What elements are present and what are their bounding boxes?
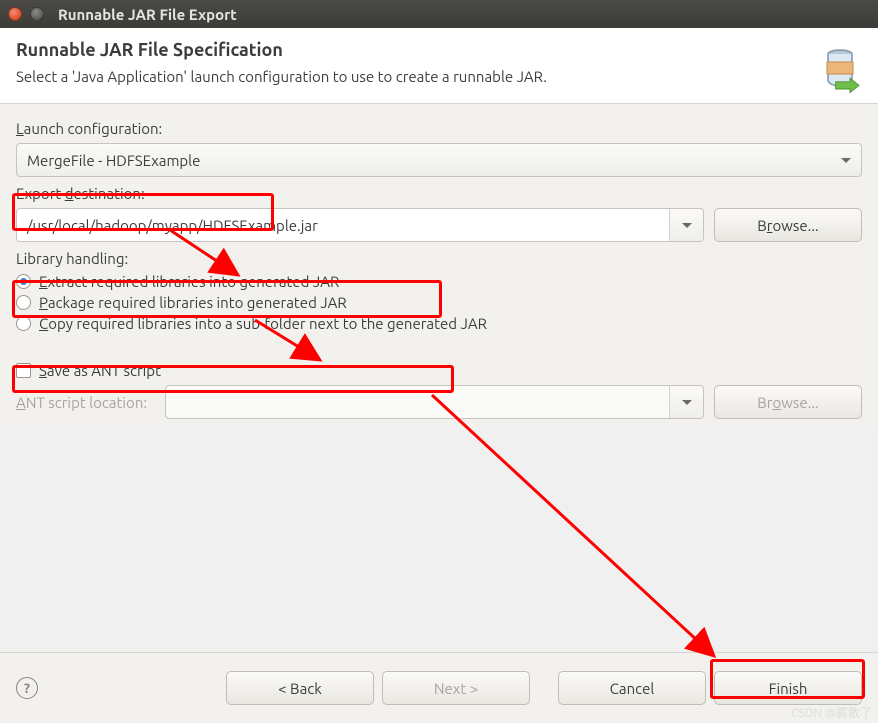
finish-button[interactable]: Finish (714, 671, 862, 705)
jar-export-icon (818, 44, 866, 100)
radio-extract-libraries[interactable]: Extract required libraries into generate… (16, 273, 862, 290)
library-handling-label: Library handling: (16, 250, 862, 267)
radio-icon (16, 316, 31, 331)
help-icon[interactable]: ? (16, 677, 38, 699)
launch-config-combo[interactable]: MergeFile - HDFSExample (16, 143, 862, 177)
save-ant-checkbox[interactable]: Save as ANT script (16, 362, 862, 379)
checkbox-icon (16, 363, 31, 378)
page-title: Runnable JAR File Specification (16, 40, 862, 60)
watermark: CSDN @雾散了 (791, 704, 872, 721)
radio-extract-label: Extract required libraries into generate… (39, 273, 339, 290)
chevron-down-icon (682, 400, 692, 405)
cancel-button[interactable]: Cancel (558, 671, 706, 705)
close-window-button[interactable] (8, 7, 22, 21)
radio-package-libraries[interactable]: Package required libraries into generate… (16, 294, 862, 311)
chevron-down-icon (682, 223, 692, 228)
next-button: Next > (382, 671, 530, 705)
ant-location-value (166, 386, 669, 418)
export-destination-label: Export destination: (16, 185, 862, 202)
back-button[interactable]: < Back (226, 671, 374, 705)
dialog-header: Runnable JAR File Specification Select a… (0, 28, 878, 104)
window-title: Runnable JAR File Export (58, 6, 237, 23)
radio-package-label: Package required libraries into generate… (39, 294, 347, 311)
export-destination-field[interactable]: /usr/local/hadoop/myapp/HDFSExample.jar (16, 208, 704, 242)
page-subtitle: Select a 'Java Application' launch confi… (16, 68, 862, 85)
ant-history-dropdown (669, 386, 703, 418)
ant-location-label: ANT script location: (16, 394, 147, 411)
radio-copy-label: Copy required libraries into a sub-folde… (39, 315, 487, 332)
launch-config-value: MergeFile - HDFSExample (27, 152, 200, 169)
save-ant-label: Save as ANT script (39, 362, 161, 379)
minimize-window-button[interactable] (30, 7, 44, 21)
browse-ant-button: Browse... (714, 385, 862, 419)
export-destination-value: /usr/local/hadoop/myapp/HDFSExample.jar (17, 209, 669, 241)
window-titlebar: Runnable JAR File Export (0, 0, 878, 28)
launch-config-label: Launch configuration: (16, 120, 862, 137)
dialog-body: Launch configuration: MergeFile - HDFSEx… (0, 104, 878, 427)
browse-destination-button[interactable]: Browse... (714, 208, 862, 242)
destination-history-dropdown[interactable] (669, 209, 703, 241)
radio-icon (16, 274, 31, 289)
radio-icon (16, 295, 31, 310)
chevron-down-icon (841, 158, 851, 163)
radio-copy-libraries[interactable]: Copy required libraries into a sub-folde… (16, 315, 862, 332)
ant-location-field (165, 385, 704, 419)
dialog-footer: ? < Back Next > Cancel Finish (0, 652, 878, 723)
